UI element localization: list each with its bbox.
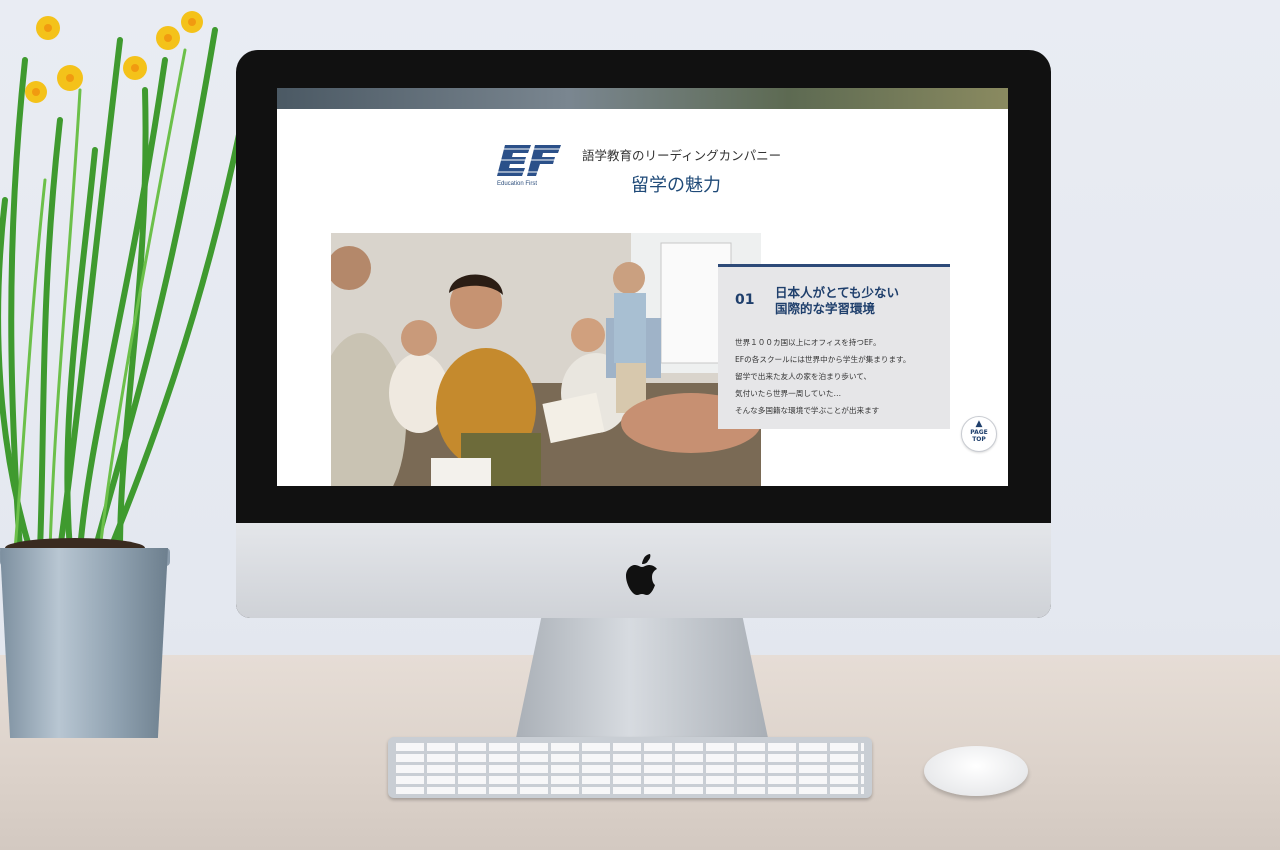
page-top-button[interactable]: ▲ PAGE TOP xyxy=(961,416,997,452)
apple-logo-icon xyxy=(626,554,657,595)
key-row xyxy=(396,765,864,773)
plant-leaves xyxy=(0,11,243,558)
feature-card: 01 日本人がとても少ない 国際的な学習環境 世界１００カ国以上にオフィスを持つ… xyxy=(718,264,950,429)
keyboard xyxy=(388,737,872,798)
feature-title: 日本人がとても少ない 国際的な学習環境 xyxy=(775,285,899,317)
brand-tagline: 語学教育のリーディングカンパニー xyxy=(582,148,782,163)
imac-stand xyxy=(516,618,768,738)
feature-body-line: EFの各スクールには世界中から学生が集まります。 xyxy=(735,355,911,364)
page-top-label-2: TOP xyxy=(972,436,986,443)
ef-logo-subtext: Education First xyxy=(497,181,538,187)
imac-chin xyxy=(236,523,1051,618)
classroom-photo-image xyxy=(331,233,761,486)
page-top-label-1: PAGE xyxy=(970,429,988,436)
chevron-up-icon: ▲ xyxy=(975,419,983,429)
feature-title-line2: 国際的な学習環境 xyxy=(775,301,876,316)
key-row xyxy=(396,754,864,762)
feature-body-line: 世界１００カ国以上にオフィスを持つEF。 xyxy=(735,338,881,347)
page-title: 留学の魅力 xyxy=(631,175,721,196)
key-row xyxy=(396,743,864,751)
feature-body-line: 気付いたら世界一周していた… xyxy=(735,389,842,398)
feature-body-line: そんな多国籍な環境で学ぶことが出来ます xyxy=(735,406,880,415)
metal-pot xyxy=(0,548,168,738)
mouse xyxy=(924,746,1028,796)
website-screen: Education First 語学教育のリーディングカンパニー 留学の魅力 0… xyxy=(277,88,1008,486)
key-row xyxy=(396,776,864,784)
feature-title-line1: 日本人がとても少ない xyxy=(775,285,900,300)
feature-description: 世界１００カ国以上にオフィスを持つEF。 EFの各スクールには世界中から学生が集… xyxy=(735,334,910,419)
classroom-photo xyxy=(331,233,761,486)
feature-number: 01 xyxy=(735,292,755,308)
feature-body-line: 留学で出来た友人の家を泊まり歩いて、 xyxy=(735,372,872,381)
header-photo-strip xyxy=(277,88,1008,109)
key-row xyxy=(396,787,864,794)
